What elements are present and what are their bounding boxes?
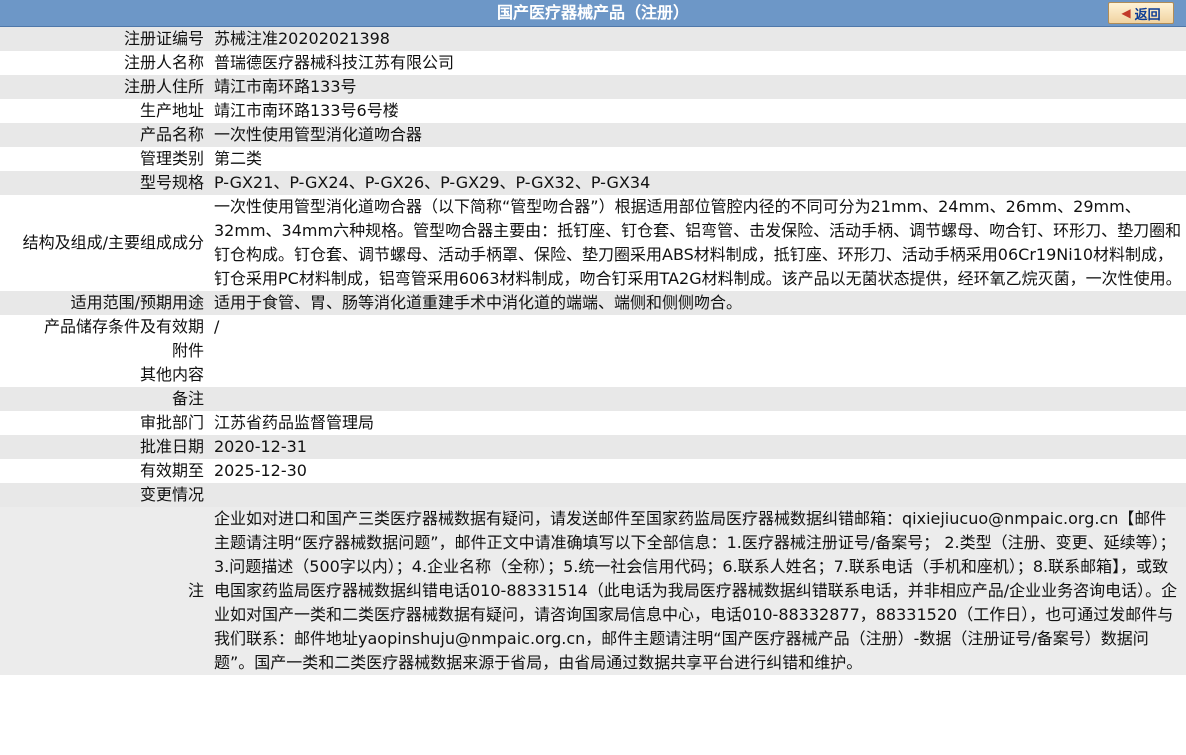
table-row: 有效期至 2025-12-30	[0, 459, 1186, 483]
field-label: 产品名称	[0, 123, 208, 147]
field-value	[208, 483, 1186, 507]
back-button[interactable]: ◀ 返回	[1108, 2, 1174, 24]
field-label: 产品储存条件及有效期	[0, 315, 208, 339]
title-bar: 国产医疗器械产品（注册） ◀ 返回	[0, 0, 1186, 27]
back-arrow-icon: ◀	[1121, 6, 1131, 20]
page-title: 国产医疗器械产品（注册）	[496, 3, 689, 22]
field-label: 审批部门	[0, 411, 208, 435]
field-value: 苏械注准20202021398	[208, 27, 1186, 51]
table-row: 管理类别 第二类	[0, 147, 1186, 171]
notes-label: 注	[0, 507, 208, 675]
field-label: 型号规格	[0, 171, 208, 195]
back-button-label: 返回	[1134, 7, 1161, 23]
field-value: /	[208, 315, 1186, 339]
field-label: 注册人名称	[0, 51, 208, 75]
notes-row: 注 企业如对进口和国产三类医疗器械数据有疑问，请发送邮件至国家药监局医疗器械数据…	[0, 507, 1186, 675]
field-value: 一次性使用管型消化道吻合器	[208, 123, 1186, 147]
table-row: 批准日期 2020-12-31	[0, 435, 1186, 459]
field-value	[208, 339, 1186, 363]
table-row: 审批部门 江苏省药品监督管理局	[0, 411, 1186, 435]
field-value: 2025-12-30	[208, 459, 1186, 483]
field-label: 备注	[0, 387, 208, 411]
field-value: 靖江市南环路133号	[208, 75, 1186, 99]
field-value: 一次性使用管型消化道吻合器（以下简称“管型吻合器”）根据适用部位管腔内径的不同可…	[208, 195, 1186, 291]
field-value	[208, 363, 1186, 387]
notes-text: 企业如对进口和国产三类医疗器械数据有疑问，请发送邮件至国家药监局医疗器械数据纠错…	[208, 507, 1186, 675]
table-row: 型号规格 P-GX21、P-GX24、P-GX26、P-GX29、P-GX32、…	[0, 171, 1186, 195]
field-value	[208, 387, 1186, 411]
field-value: P-GX21、P-GX24、P-GX26、P-GX29、P-GX32、P-GX3…	[208, 171, 1186, 195]
table-row: 适用范围/预期用途 适用于食管、胃、肠等消化道重建手术中消化道的端端、端侧和侧侧…	[0, 291, 1186, 315]
detail-table: 注册证编号 苏械注准20202021398 注册人名称 普瑞德医疗器械科技江苏有…	[0, 27, 1186, 675]
table-row: 注册人住所 靖江市南环路133号	[0, 75, 1186, 99]
field-value: 靖江市南环路133号6号楼	[208, 99, 1186, 123]
field-value: 适用于食管、胃、肠等消化道重建手术中消化道的端端、端侧和侧侧吻合。	[208, 291, 1186, 315]
field-label: 适用范围/预期用途	[0, 291, 208, 315]
field-label: 结构及组成/主要组成成分	[0, 195, 208, 291]
field-value: 普瑞德医疗器械科技江苏有限公司	[208, 51, 1186, 75]
field-label: 其他内容	[0, 363, 208, 387]
field-value: 江苏省药品监督管理局	[208, 411, 1186, 435]
field-label: 变更情况	[0, 483, 208, 507]
table-row: 生产地址 靖江市南环路133号6号楼	[0, 99, 1186, 123]
field-label: 附件	[0, 339, 208, 363]
field-value: 2020-12-31	[208, 435, 1186, 459]
field-label: 注册人住所	[0, 75, 208, 99]
field-label: 有效期至	[0, 459, 208, 483]
table-row: 附件	[0, 339, 1186, 363]
table-row: 变更情况	[0, 483, 1186, 507]
field-label: 注册证编号	[0, 27, 208, 51]
field-value: 第二类	[208, 147, 1186, 171]
table-row: 备注	[0, 387, 1186, 411]
table-row: 结构及组成/主要组成成分 一次性使用管型消化道吻合器（以下简称“管型吻合器”）根…	[0, 195, 1186, 291]
field-label: 生产地址	[0, 99, 208, 123]
table-row: 产品储存条件及有效期 /	[0, 315, 1186, 339]
table-row: 产品名称 一次性使用管型消化道吻合器	[0, 123, 1186, 147]
table-row: 注册证编号 苏械注准20202021398	[0, 27, 1186, 51]
table-row: 注册人名称 普瑞德医疗器械科技江苏有限公司	[0, 51, 1186, 75]
field-label: 管理类别	[0, 147, 208, 171]
table-row: 其他内容	[0, 363, 1186, 387]
field-label: 批准日期	[0, 435, 208, 459]
